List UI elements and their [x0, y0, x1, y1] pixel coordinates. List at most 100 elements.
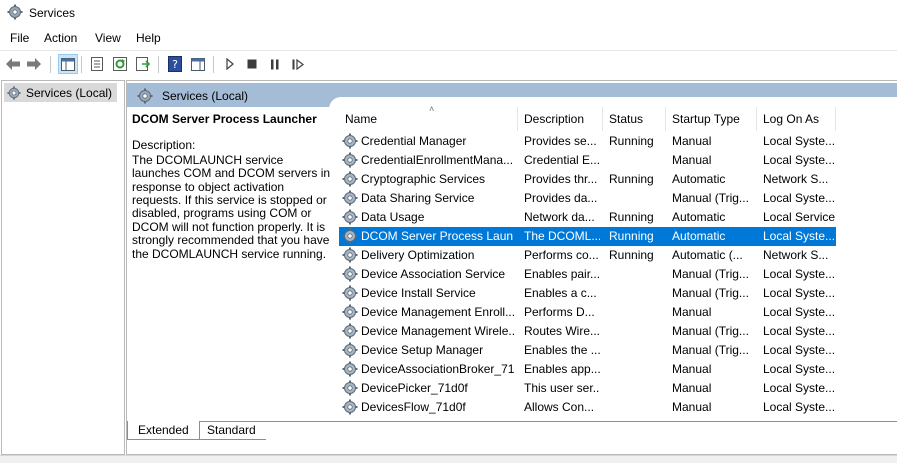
cell-logon: Local Syste... — [763, 286, 836, 300]
tab-extended[interactable]: Extended — [127, 421, 200, 440]
view-tabs: Standard Extended — [127, 421, 897, 441]
column-label: Status — [609, 112, 644, 126]
cell-status: Running — [609, 210, 654, 224]
table-row[interactable]: Device Setup Manager Enables the ... Manua… — [339, 341, 836, 360]
pause-service-icon[interactable] — [266, 55, 284, 73]
start-service-icon[interactable] — [221, 55, 239, 73]
cell-logon: Local Syste... — [763, 343, 836, 357]
svg-text:?: ? — [172, 58, 178, 71]
cell-name: CredentialEnrollmentMana... — [361, 153, 514, 167]
cell-description: Allows Con... — [524, 400, 595, 414]
table-row[interactable]: Data Sharing Service Provides da... Manual… — [339, 189, 836, 208]
service-gear-icon — [342, 380, 358, 396]
column-header-log-on-as[interactable]: Log On As — [757, 107, 836, 131]
table-row[interactable]: CredentialEnrollmentMana... Credential E.… — [339, 151, 836, 170]
cell-status — [609, 151, 664, 170]
tab-standard[interactable]: Standard — [197, 421, 266, 440]
cell-status: Running — [609, 248, 654, 262]
cell-startup: Manual (Trig... — [672, 191, 749, 205]
table-row[interactable]: Device Management Wirele... Routes Wire..… — [339, 322, 836, 341]
column-label: Startup Type — [672, 112, 740, 126]
cell-startup: Manual — [672, 305, 712, 319]
table-row[interactable]: Credential Manager Provides se... Running M… — [339, 132, 836, 151]
services-gear-icon — [7, 4, 23, 20]
cell-status — [609, 284, 664, 303]
selected-service-name: DCOM Server Process Launcher — [132, 112, 317, 126]
services-gear-icon — [137, 88, 153, 104]
toolbar-separator — [50, 56, 51, 73]
cell-name: DeviceAssociationBroker_71... — [361, 362, 514, 376]
service-description-panel: DCOM Server Process Launcher Description… — [132, 112, 332, 261]
cell-status — [609, 303, 664, 322]
cell-startup: Automatic — [672, 229, 726, 243]
table-row[interactable]: DevicesFlow_71d0f Allows Con... Manual Loca… — [339, 398, 836, 417]
action-pane-icon[interactable] — [189, 55, 207, 73]
cell-startup: Manual — [672, 381, 712, 395]
export-list-icon[interactable] — [134, 55, 152, 73]
cell-status: Running — [609, 172, 654, 186]
toolbar-separator — [158, 56, 159, 73]
column-header-description[interactable]: Description — [518, 107, 603, 131]
cell-status: Running — [609, 229, 654, 243]
cell-logon: Local Syste... — [763, 191, 836, 205]
title-bar: Services — [0, 0, 897, 26]
menu-view[interactable]: View — [95, 31, 121, 45]
show-hide-tree-icon[interactable] — [58, 54, 78, 74]
menu-help[interactable]: Help — [136, 31, 161, 45]
cell-description: Provides da... — [524, 191, 598, 205]
forward-icon[interactable] — [25, 55, 43, 73]
service-gear-icon — [342, 228, 358, 244]
table-row[interactable]: DCOM Server Process Laun... The DCOML... R… — [339, 227, 836, 246]
table-row[interactable]: Cryptographic Services Provides thr... Run… — [339, 170, 836, 189]
services-list: Name ˄ Description Status Startup Type L… — [339, 104, 897, 417]
table-row[interactable]: Device Management Enroll... Performs D...… — [339, 303, 836, 322]
cell-status: Running — [609, 134, 654, 148]
cell-description: Provides thr... — [524, 172, 598, 186]
refresh-icon[interactable] — [111, 55, 129, 73]
service-gear-icon — [342, 133, 358, 149]
cell-description: This user ser... — [524, 381, 600, 395]
cell-name: Device Setup Manager — [361, 343, 484, 357]
column-header-startup-type[interactable]: Startup Type — [666, 107, 757, 131]
cell-name: Credential Manager — [361, 134, 467, 148]
service-gear-icon — [342, 209, 358, 225]
cell-status — [609, 398, 664, 417]
cell-name: Device Install Service — [361, 286, 476, 300]
table-row[interactable]: Device Association Service Enables pair..… — [339, 265, 836, 284]
cell-startup: Manual (Trig... — [672, 267, 749, 281]
cell-description: Enables the ... — [524, 343, 600, 357]
cell-name: Device Management Enroll... — [361, 305, 514, 319]
cell-name: DCOM Server Process Laun... — [361, 229, 514, 243]
cell-logon: Local Syste... — [763, 400, 836, 414]
cell-startup: Manual — [672, 153, 712, 167]
cell-description: Enables a c... — [524, 286, 597, 300]
properties-icon[interactable] — [88, 55, 106, 73]
table-row[interactable]: Delivery Optimization Performs co... Runni… — [339, 246, 836, 265]
cell-name: DevicePicker_71d0f — [361, 381, 468, 395]
service-gear-icon — [342, 342, 358, 358]
column-header-status[interactable]: Status — [603, 107, 666, 131]
list-header: Name ˄ Description Status Startup Type L… — [339, 104, 897, 131]
column-header-name[interactable]: Name ˄ — [339, 104, 518, 131]
menu-file[interactable]: File — [10, 31, 29, 45]
table-row[interactable]: DeviceAssociationBroker_71... Enables app… — [339, 360, 836, 379]
tree-item-label: Services (Local) — [26, 85, 113, 100]
table-row[interactable]: Device Install Service Enables a c... Manu… — [339, 284, 836, 303]
menu-action[interactable]: Action — [44, 31, 77, 45]
tree-item-services-local[interactable]: Services (Local) — [4, 83, 118, 102]
back-icon[interactable] — [4, 55, 22, 73]
cell-startup: Manual — [672, 400, 712, 414]
help-icon[interactable]: ? — [166, 55, 184, 73]
cell-logon: Network S... — [763, 248, 829, 262]
cell-startup: Manual — [672, 134, 712, 148]
column-label: Log On As — [763, 112, 820, 126]
table-row[interactable]: DevicePicker_71d0f This user ser... Manual… — [339, 379, 836, 398]
service-gear-icon — [342, 190, 358, 206]
cell-name: Device Association Service — [361, 267, 506, 281]
table-row[interactable]: Data Usage Network da... Running Automatic L… — [339, 208, 836, 227]
stop-service-icon[interactable] — [243, 55, 261, 73]
cell-name: Data Usage — [361, 210, 425, 224]
toolbar-separator — [81, 56, 82, 73]
cell-startup: Manual (Trig... — [672, 286, 749, 300]
restart-service-icon[interactable] — [289, 55, 307, 73]
